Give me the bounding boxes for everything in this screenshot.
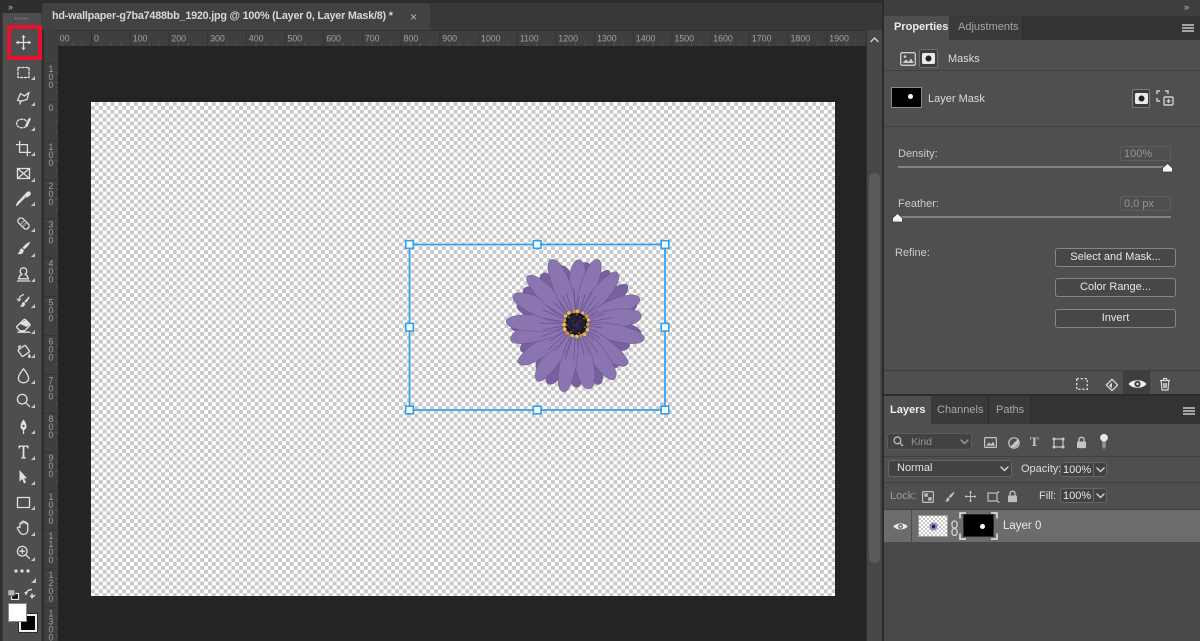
svg-text:0: 0 (49, 469, 54, 479)
svg-text:700: 700 (365, 34, 380, 44)
svg-text:400: 400 (249, 34, 264, 44)
svg-text:1000: 1000 (481, 34, 501, 44)
svg-text:1400: 1400 (636, 34, 656, 44)
svg-text:1500: 1500 (675, 34, 695, 44)
svg-text:1900: 1900 (829, 34, 849, 44)
svg-text:0: 0 (49, 516, 54, 526)
svg-text:1200: 1200 (558, 34, 578, 44)
svg-text:0: 0 (49, 352, 54, 362)
svg-text:0: 0 (49, 197, 54, 207)
svg-text:1800: 1800 (791, 34, 811, 44)
svg-text:0: 0 (94, 34, 99, 44)
svg-text:0: 0 (49, 391, 54, 401)
svg-text:500: 500 (288, 34, 303, 44)
svg-text:0: 0 (49, 633, 54, 641)
svg-text:600: 600 (326, 34, 341, 44)
svg-text:100: 100 (133, 34, 148, 44)
svg-text:800: 800 (404, 34, 419, 44)
svg-text:0: 0 (49, 103, 54, 113)
svg-text:300: 300 (210, 34, 225, 44)
svg-text:0: 0 (49, 80, 54, 90)
svg-text:0: 0 (49, 236, 54, 246)
svg-text:0: 0 (49, 555, 54, 565)
svg-text:1300: 1300 (597, 34, 617, 44)
svg-text:1600: 1600 (713, 34, 733, 44)
svg-text:0: 0 (49, 594, 54, 604)
svg-text:200: 200 (171, 34, 186, 44)
svg-text:1700: 1700 (752, 34, 772, 44)
svg-text:0: 0 (49, 158, 54, 168)
svg-text:0: 0 (49, 314, 54, 324)
svg-text:0: 0 (49, 430, 54, 440)
svg-text:900: 900 (442, 34, 457, 44)
svg-text:00: 00 (60, 34, 70, 44)
svg-text:1100: 1100 (520, 34, 539, 44)
svg-text:0: 0 (49, 275, 54, 285)
